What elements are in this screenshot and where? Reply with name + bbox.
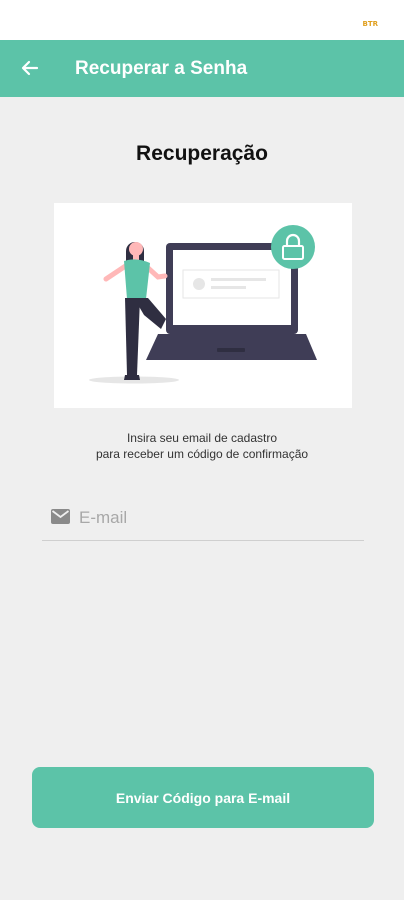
instruction-line-1: Insira seu email de cadastro [126,431,278,445]
illustration-svg [89,225,317,384]
back-button[interactable] [14,52,46,84]
send-code-button[interactable]: Enviar Código para E-mail [32,767,374,828]
password-recovery-illustration [54,203,352,408]
status-bar: BTR [0,0,404,40]
arrow-left-icon [21,60,39,76]
instruction-line-2: para receber um código de confirmação [95,447,309,461]
page-title: Recuperar a Senha [75,58,248,79]
instructions-text: Insira seu email de cadastro para recebe… [0,430,404,462]
mail-icon [51,509,70,524]
app-bar: Recuperar a Senha [0,40,404,97]
recovery-heading: Recuperação [136,142,268,165]
email-input[interactable] [79,503,349,533]
email-field-container [42,500,364,541]
status-indicator: BTR [362,20,378,28]
